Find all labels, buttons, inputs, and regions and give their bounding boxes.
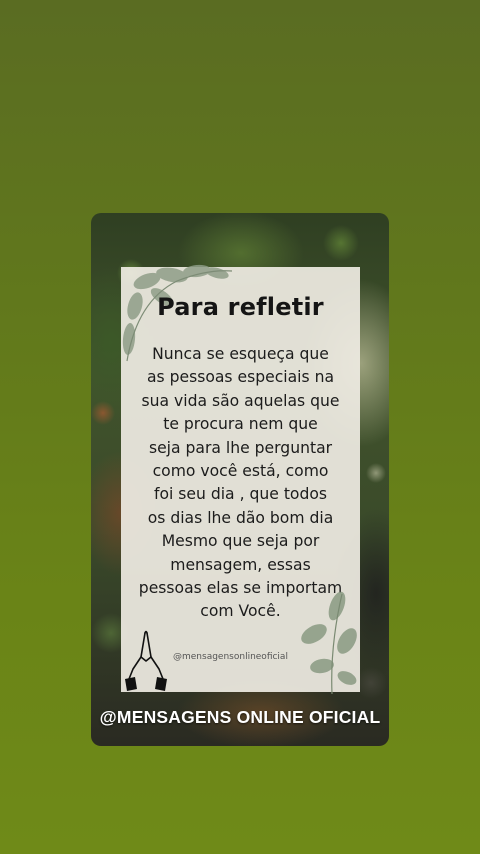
panel-title: Para refletir bbox=[157, 293, 324, 321]
leaf-branch-icon bbox=[301, 591, 357, 695]
quote-panel: Para refletir Nunca se esqueça que as pe… bbox=[121, 264, 360, 695]
quote-line: Nunca se esqueça que bbox=[152, 345, 329, 363]
quote-line: Mesmo que seja por bbox=[161, 532, 320, 551]
quote-line: seja para lhe perguntar bbox=[148, 438, 333, 457]
quote-line: foi seu dia , que todos bbox=[153, 485, 328, 504]
praying-hands-icon bbox=[125, 630, 167, 691]
quote-line: os dias lhe dão bom dia bbox=[147, 508, 334, 527]
quote-line: sua vida são aquelas que bbox=[141, 391, 340, 410]
story-card: Para refletir Nunca se esqueça que as pe… bbox=[91, 213, 389, 746]
footer-handle: @MENSAGENS ONLINE OFICIAL bbox=[99, 707, 381, 727]
quote-line: te procura nem que bbox=[163, 415, 318, 434]
quote-line: como você está, como bbox=[152, 462, 329, 481]
panel-handle: @mensagensonlineoficial bbox=[173, 652, 288, 662]
quote-line: as pessoas especiais na bbox=[146, 368, 335, 387]
quote-line: mensagem, essas bbox=[170, 555, 311, 574]
quote-text: Nunca se esqueça que as pessoas especiai… bbox=[131, 343, 350, 624]
